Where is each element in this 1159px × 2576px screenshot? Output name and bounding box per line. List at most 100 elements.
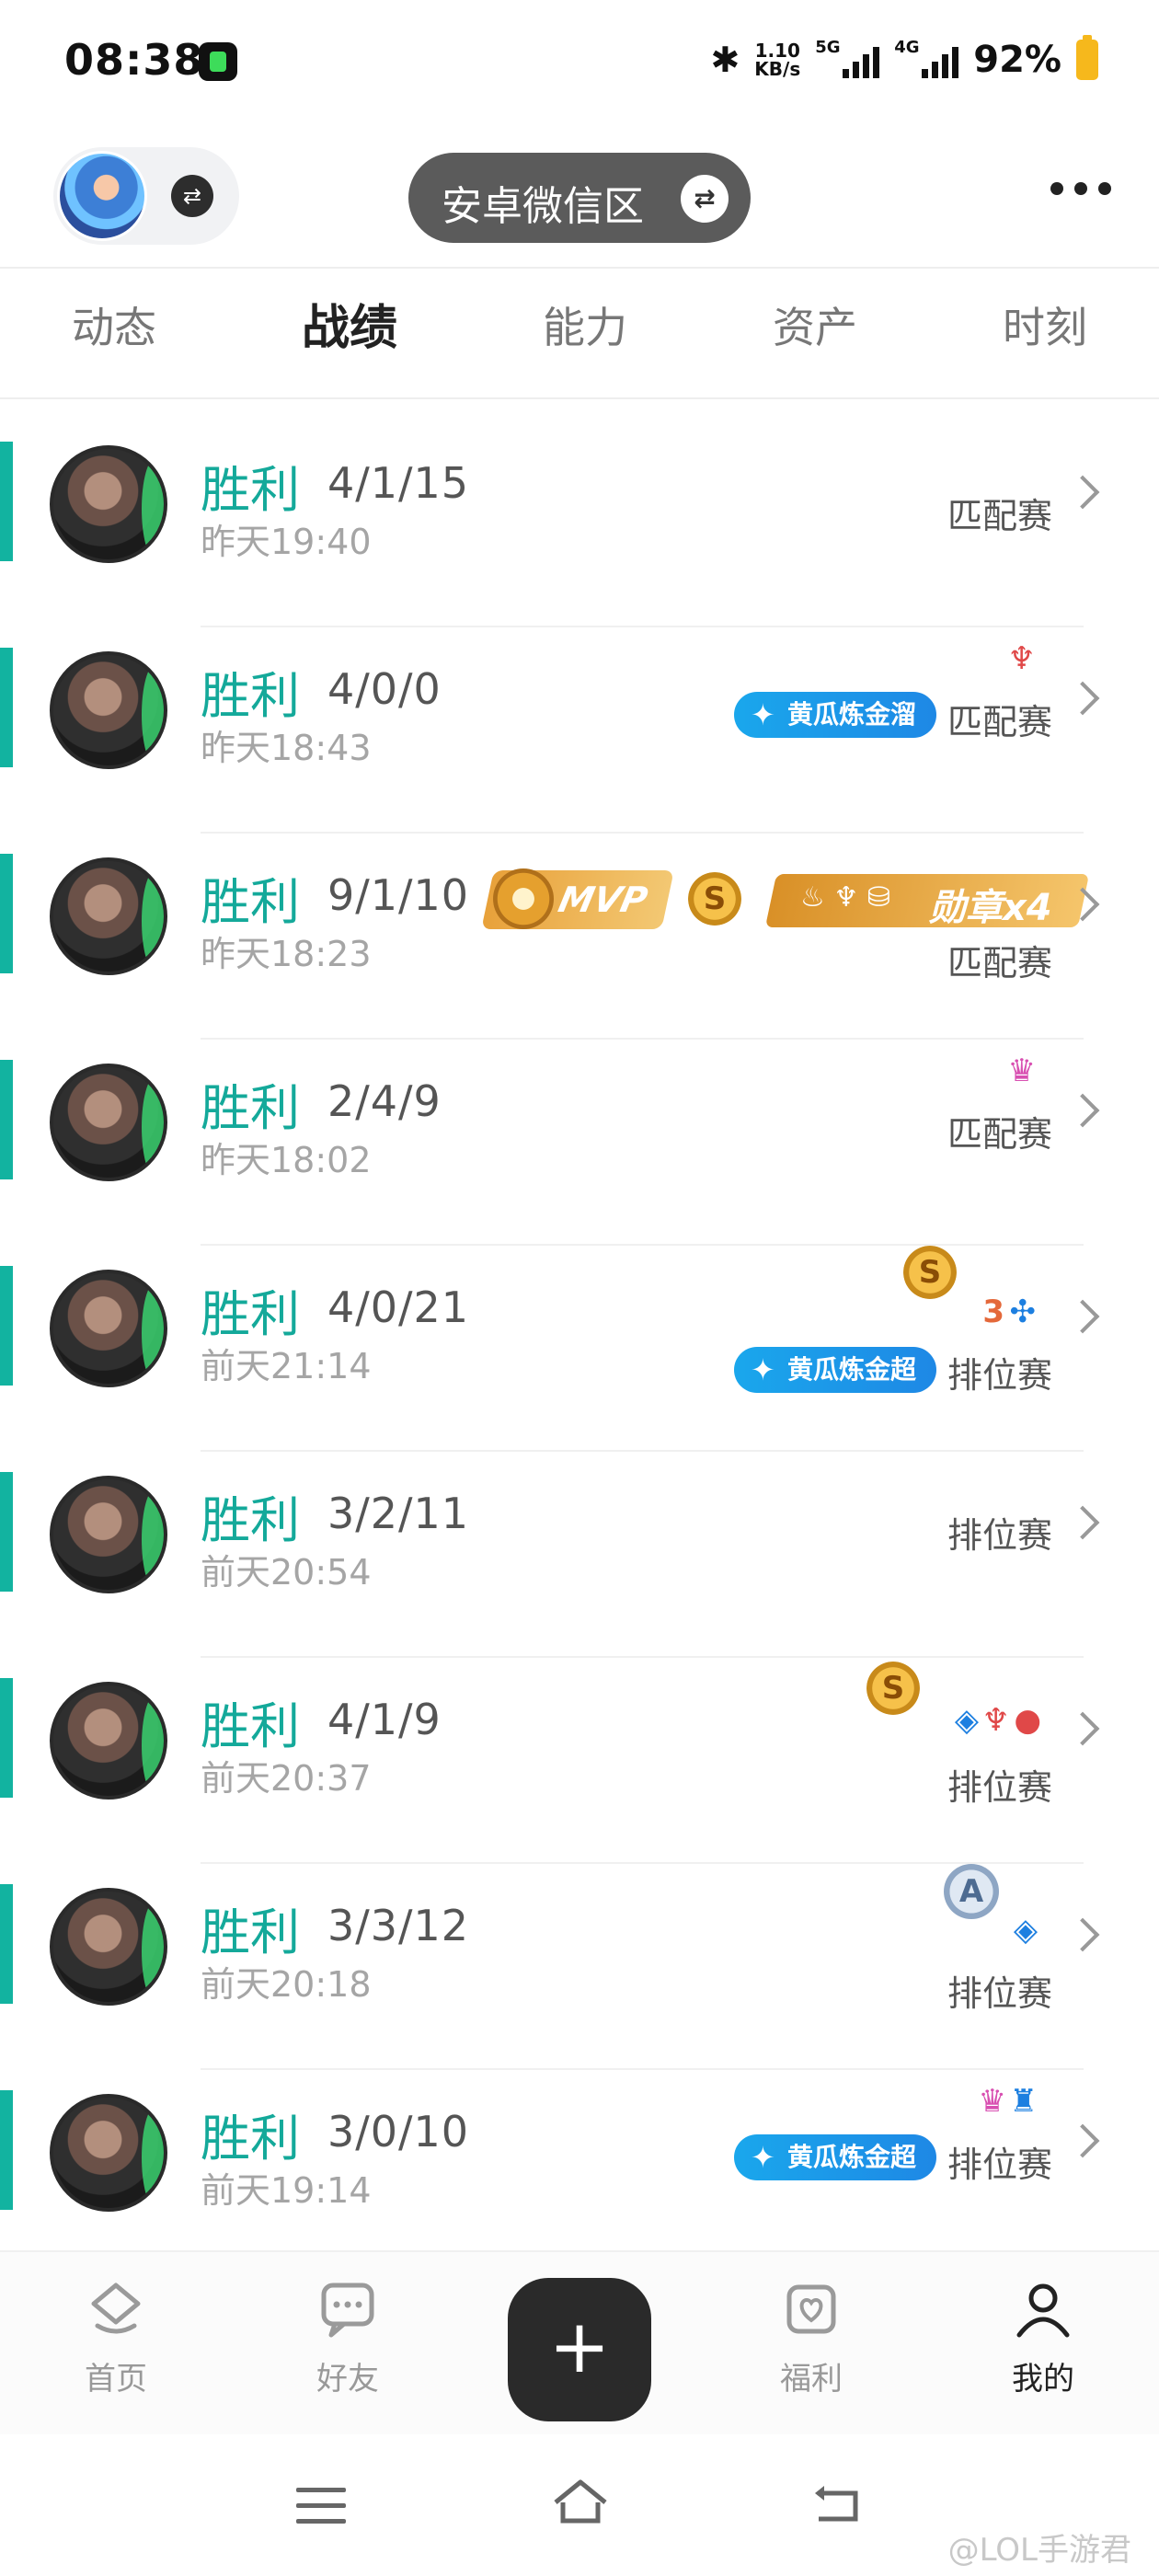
match-time: 前天20:54	[201, 1552, 372, 1593]
hero-avatar	[50, 1888, 167, 2006]
match-result: 胜利	[201, 1079, 300, 1137]
match-time: 前天19:14	[201, 2170, 372, 2211]
swap-region-icon[interactable]: ⇄	[681, 175, 729, 223]
hero-avatar	[50, 1064, 167, 1181]
nav-home-label: 首页	[85, 2361, 147, 2398]
match-kda: 4/0/21	[327, 1282, 470, 1332]
chevron-right-icon	[1065, 475, 1100, 510]
match-tag: 黄瓜炼金超	[733, 2134, 936, 2180]
network-speed: 1.10 KB/s	[754, 41, 800, 78]
match-mode: 匹配赛	[947, 943, 1052, 983]
create-button[interactable]: +	[508, 2278, 651, 2421]
assist-achievement-icon: ✣	[1009, 1294, 1037, 1330]
recents-icon[interactable]	[296, 2488, 346, 2535]
net-4g-label: 4G	[894, 38, 920, 57]
nav-me[interactable]: 我的	[979, 2276, 1107, 2398]
match-time: 前天20:18	[201, 1964, 372, 2005]
match-time: 昨天19:40	[201, 522, 372, 562]
match-time: 昨天18:23	[201, 934, 372, 974]
hero-avatar	[50, 2094, 167, 2212]
achievement-icon: ♛	[1007, 1052, 1036, 1089]
match-row[interactable]: 胜利 4/1/15 昨天19:40 匹配赛	[0, 421, 1159, 627]
avatar[interactable]	[57, 151, 147, 241]
hero-avatar	[50, 651, 167, 769]
support-achievement-icon: ♜	[1009, 2083, 1038, 2120]
tab-bar: 动态 战绩 能力 资产 时刻	[0, 276, 1159, 397]
account-switcher[interactable]: ⇄	[53, 147, 239, 245]
win-indicator	[0, 854, 13, 973]
match-kda: 2/4/9	[327, 1076, 442, 1126]
app-header: ⇄ 安卓微信区 ⇄	[0, 138, 1159, 267]
speed-value: 1.10	[754, 40, 800, 62]
hero-avatar	[50, 1476, 167, 1593]
system-home-icon[interactable]	[550, 2475, 611, 2530]
status-time: 08:38	[64, 35, 204, 85]
control-achievement-icon: ◈	[954, 1702, 979, 1739]
win-indicator	[0, 1060, 13, 1179]
medal-count: 勋章x4	[929, 887, 1052, 929]
match-mode: 排位赛	[947, 1355, 1052, 1396]
bottom-nav: 首页 好友 + 福利 我的	[0, 2250, 1159, 2434]
hero-avatar	[50, 445, 167, 563]
watermark: @LOL手游君	[947, 2532, 1131, 2569]
mvp-medal-icon	[493, 868, 554, 929]
match-row[interactable]: 胜利 4/1/9 前天20:37 S ◈ ♆ ● 排位赛	[0, 1658, 1159, 1864]
blood-achievement-icon: ●	[1014, 1702, 1041, 1739]
hero-avatar	[50, 1682, 167, 1800]
tab-records[interactable]: 战绩	[258, 289, 442, 358]
home-icon	[91, 2283, 141, 2334]
battery-percent: 92%	[973, 39, 1061, 81]
match-mode: 匹配赛	[947, 702, 1052, 742]
damage-achievement-icon: ♆	[1007, 640, 1036, 677]
chevron-right-icon	[1065, 1505, 1100, 1540]
tab-ability[interactable]: 能力	[493, 294, 677, 355]
status-bar: 08:38 ✱ 1.10 KB/s 5G 4G 92%	[0, 0, 1159, 129]
win-indicator	[0, 2090, 13, 2210]
match-mode: 匹配赛	[947, 1114, 1052, 1155]
match-row[interactable]: 胜利 3/0/10 前天19:14 ♛ ♜ 黄瓜炼金超 排位赛	[0, 2070, 1159, 2276]
win-indicator	[0, 1266, 13, 1386]
match-mode: 排位赛	[947, 1767, 1052, 1808]
region-selector[interactable]: 安卓微信区 ⇄	[408, 153, 751, 243]
tab-moments[interactable]: 时刻	[953, 294, 1137, 355]
win-indicator	[0, 1884, 13, 2004]
match-mode: 排位赛	[947, 1973, 1052, 2014]
nav-friends[interactable]: 好友	[283, 2276, 412, 2398]
tabs-divider	[0, 397, 1159, 399]
status-indicators: ✱ 1.10 KB/s 5G 4G 92%	[710, 35, 1098, 83]
person-icon	[1016, 2283, 1070, 2338]
match-row[interactable]: 胜利 3/3/12 前天20:18 A ◈ 排位赛	[0, 1864, 1159, 2070]
match-row[interactable]: 胜利 3/2/11 前天20:54 排位赛	[0, 1452, 1159, 1658]
match-kda: 4/0/0	[327, 664, 442, 714]
match-result: 胜利	[201, 873, 300, 931]
chevron-right-icon	[1065, 681, 1100, 716]
win-indicator	[0, 648, 13, 767]
match-row[interactable]: 胜利 2/4/9 昨天18:02 ♛ 匹配赛	[0, 1040, 1159, 1246]
match-mode: 排位赛	[947, 1515, 1052, 1556]
match-row[interactable]: 胜利 9/1/10 昨天18:23 MVP S ♨ ♆ ⛁ 勋章x4 匹配赛	[0, 834, 1159, 1040]
match-result: 胜利	[201, 1903, 300, 1961]
more-icon[interactable]	[1050, 182, 1111, 195]
back-icon[interactable]	[809, 2480, 865, 2526]
nav-friends-label: 好友	[316, 2361, 379, 2398]
region-label: 安卓微信区	[442, 183, 644, 230]
gift-heart-icon	[786, 2284, 836, 2334]
nav-home[interactable]: 首页	[52, 2276, 180, 2398]
signal-5g-icon: 5G	[815, 38, 880, 78]
hero-avatar	[50, 1270, 167, 1387]
swap-account-icon[interactable]: ⇄	[171, 175, 213, 217]
match-kda: 4/1/15	[327, 458, 470, 508]
match-row[interactable]: 胜利 4/0/21 前天21:14 S 3 ✣ 黄瓜炼金超 排位赛	[0, 1246, 1159, 1452]
tab-dynamics[interactable]: 动态	[22, 294, 206, 355]
nav-welfare[interactable]: 福利	[747, 2276, 876, 2398]
s-grade-coin-icon: S	[688, 872, 741, 926]
speed-unit: KB/s	[754, 58, 801, 80]
chevron-right-icon	[1065, 1093, 1100, 1128]
match-result: 胜利	[201, 2110, 300, 2168]
match-result: 胜利	[201, 1697, 300, 1755]
match-time: 昨天18:02	[201, 1140, 372, 1180]
nav-welfare-label: 福利	[780, 2361, 843, 2398]
tab-assets[interactable]: 资产	[723, 294, 907, 355]
multikill-badge: 3	[982, 1294, 1004, 1330]
match-row[interactable]: 胜利 4/0/0 昨天18:43 ♆ 黄瓜炼金溜 匹配赛	[0, 627, 1159, 834]
